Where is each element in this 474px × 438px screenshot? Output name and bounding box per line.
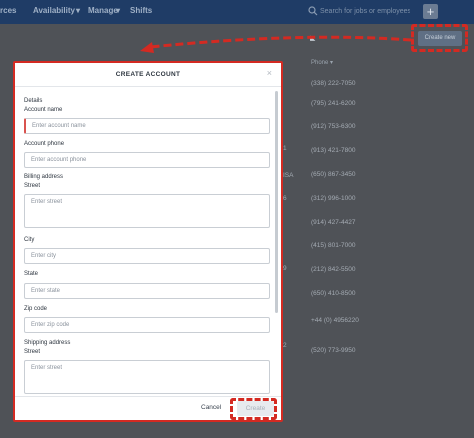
billing-street-label: Street — [24, 183, 41, 189]
modal-title: CREATE ACCOUNT — [115, 71, 181, 78]
state-label: State — [24, 271, 39, 277]
phone-cell: (415) 801-7000 — [311, 242, 356, 249]
billing-street-input[interactable]: Enter street — [24, 194, 270, 228]
phone-cell: (212) 842-5500 — [311, 266, 356, 273]
city-label: City — [24, 237, 35, 243]
phone-cell: (650) 410-8500 — [311, 290, 356, 297]
account-phone-label: Account phone — [24, 141, 65, 147]
cancel-button[interactable]: Cancel — [201, 404, 221, 411]
bg-marker: ◣ — [310, 35, 316, 42]
phone-cell: (912) 753-6300 — [311, 123, 356, 130]
phone-cell: (650) 867-3450 — [311, 171, 356, 178]
phone-cell: (338) 222-7050 — [311, 80, 356, 87]
zip-code-label: Zip code — [24, 306, 48, 312]
background-fragment: 9 — [283, 265, 287, 272]
phone-cell: (795) 241-6200 — [311, 100, 356, 107]
account-name-input[interactable]: Enter account name — [24, 118, 270, 134]
nav-chevron-icon: ▾ — [76, 6, 81, 15]
nav-item-availability[interactable]: Availability — [33, 6, 75, 15]
background-fragment: ISA — [283, 172, 294, 179]
create-new-highlight — [411, 24, 468, 52]
background-fragment: 6 — [283, 195, 287, 202]
shipping-street-input[interactable]: Enter street — [24, 360, 270, 394]
phone-cell: (914) 427-4427 — [311, 219, 356, 226]
phone-cell: (312) 996-1000 — [311, 195, 356, 202]
phone-cell: (520) 773-9950 — [311, 347, 356, 354]
details-label: Details — [24, 98, 43, 104]
phone-cell: (913) 421-7800 — [311, 147, 356, 154]
modal-header: CREATE ACCOUNT × — [15, 63, 281, 87]
phone-column-header[interactable]: Phone ▾ — [311, 59, 333, 66]
top-navigation-bar: rces Availability ▾ Manage ▾ Shifts Sear… — [0, 0, 474, 24]
add-button[interactable]: + — [423, 4, 438, 19]
account-name-label: Account name — [24, 107, 63, 113]
billing-address-label: Billing address — [24, 174, 64, 180]
nav-item-shifts[interactable]: Shifts — [130, 6, 152, 15]
nav-item-manage[interactable]: Manage — [88, 6, 118, 15]
create-account-modal: CREATE ACCOUNT × Details Account name En… — [13, 61, 283, 422]
account-phone-input[interactable]: Enter account phone — [24, 152, 270, 168]
background-fragment: 1 — [283, 145, 287, 152]
city-input[interactable]: Enter city — [24, 248, 270, 264]
zip-code-input[interactable]: Enter zip code — [24, 317, 270, 333]
search-icon — [308, 6, 318, 16]
shipping-address-label: Shipping address — [24, 340, 71, 346]
modal-body: Details Account name Enter account name … — [15, 88, 281, 398]
close-icon[interactable]: × — [267, 68, 272, 78]
phone-cell: +44 (0) 4956220 — [311, 317, 359, 324]
nav-chevron-icon: ▾ — [116, 6, 121, 15]
state-input[interactable]: Enter state — [24, 283, 270, 299]
nav-item-resources[interactable]: rces — [0, 6, 16, 15]
search-input[interactable]: Search for jobs or employees — [320, 5, 410, 19]
background-fragment: 2 — [283, 342, 287, 349]
shipping-street-label: Street — [24, 349, 41, 355]
modal-scrollbar[interactable] — [275, 91, 278, 313]
create-button-highlight — [230, 398, 277, 420]
